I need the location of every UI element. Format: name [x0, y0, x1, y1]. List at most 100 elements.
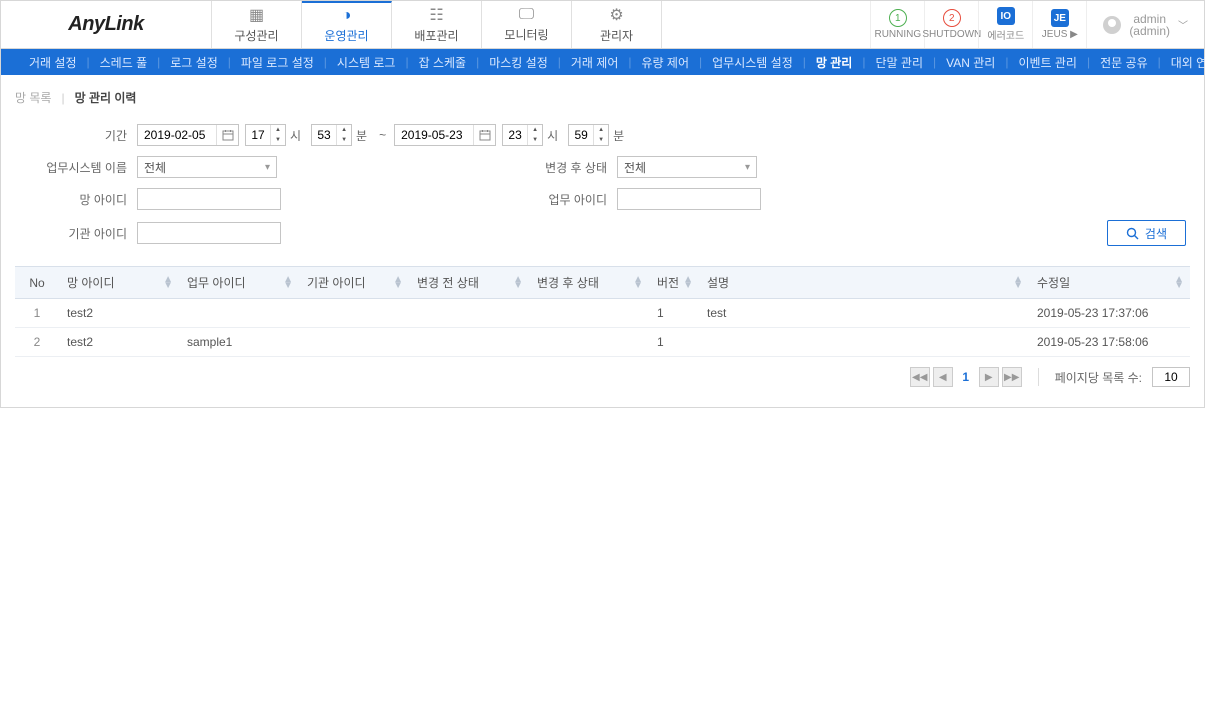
perpage-label: 페이지당 목록 수: [1055, 369, 1142, 386]
to-date[interactable] [394, 124, 496, 146]
breadcrumb-root[interactable]: 망 목록 [15, 89, 51, 106]
user-menu[interactable]: admin (admin) ﹀ [1086, 1, 1204, 48]
nav-item[interactable]: 스레드 풀 [90, 54, 158, 71]
tab-deploy[interactable]: ☷ 배포관리 [392, 1, 482, 48]
cell-ver: 1 [649, 299, 699, 328]
tab-label: 관리자 [600, 27, 633, 44]
orgid-input[interactable] [137, 222, 281, 244]
spin-up-button[interactable]: ▲ [337, 125, 351, 135]
pager-first-button[interactable]: ◀◀ [910, 367, 930, 387]
sort-icon[interactable]: ▲▼ [163, 277, 173, 289]
to-calendar-button[interactable] [473, 125, 495, 145]
status-label: JEUS ▶ [1042, 29, 1078, 40]
status-shutdown[interactable]: 2 SHUTDOWN [924, 1, 978, 48]
column-header[interactable]: 설명▲▼ [699, 267, 1029, 299]
nav-item[interactable]: 전문 공유 [1090, 54, 1158, 71]
spin-down-button[interactable]: ▼ [594, 135, 608, 145]
nav-item[interactable]: VAN 관리 [936, 54, 1005, 71]
results-table: No망 아이디▲▼업무 아이디▲▼기관 아이디▲▼변경 전 상태▲▼변경 후 상… [15, 266, 1190, 357]
from-min-spinner[interactable]: ▲▼ [311, 124, 352, 146]
sort-icon[interactable]: ▲▼ [1013, 277, 1023, 289]
sort-icon[interactable]: ▲▼ [633, 277, 643, 289]
column-header[interactable]: 변경 전 상태▲▼ [409, 267, 529, 299]
sort-icon[interactable]: ▲▼ [393, 277, 403, 289]
spin-down-button[interactable]: ▼ [528, 135, 542, 145]
nav-item[interactable]: 망 관리 [806, 54, 862, 71]
table-row[interactable]: 2test2sample112019-05-23 17:58:06 [15, 328, 1190, 357]
user-sub: (admin) [1129, 25, 1170, 37]
tab-admin[interactable]: ⚙ 관리자 [572, 1, 662, 48]
pager-sep [1038, 368, 1039, 386]
to-date-input[interactable] [395, 128, 473, 142]
column-header[interactable]: 기관 아이디 ▲▼ [299, 267, 409, 299]
sort-icon[interactable]: ▲▼ [683, 277, 693, 289]
to-hour-spinner[interactable]: ▲▼ [502, 124, 543, 146]
tab-config[interactable]: ▦ 구성관리 [212, 1, 302, 48]
nav-item[interactable]: 로그 설정 [160, 54, 228, 71]
spin-up-button[interactable]: ▲ [271, 125, 285, 135]
tab-label: 배포관리 [414, 27, 458, 44]
netid-input[interactable] [137, 188, 281, 210]
column-header[interactable]: 망 아이디 ▲▼ [59, 267, 179, 299]
from-date[interactable] [137, 124, 239, 146]
column-header-label: 망 아이디 [67, 276, 115, 290]
spin-up-button[interactable]: ▲ [528, 125, 542, 135]
pager-prev-button[interactable]: ◀ [933, 367, 953, 387]
spin-up-button[interactable]: ▲ [594, 125, 608, 135]
sort-icon[interactable]: ▲▼ [1174, 277, 1184, 289]
nav-item[interactable]: 이벤트 관리 [1008, 54, 1087, 71]
column-header[interactable]: 버전▲▼ [649, 267, 699, 299]
to-min-input[interactable] [569, 128, 593, 142]
column-header-label: No [29, 276, 44, 290]
status-jeus[interactable]: JE JEUS ▶ [1032, 1, 1086, 48]
from-min-input[interactable] [312, 128, 336, 142]
pager-current[interactable]: 1 [956, 367, 976, 387]
nav-item[interactable]: 파일 로그 설정 [231, 54, 324, 71]
from-date-input[interactable] [138, 128, 216, 142]
search-icon [1126, 227, 1139, 240]
to-hour-input[interactable] [503, 128, 527, 142]
column-header-label: 기관 아이디 [307, 276, 366, 290]
spin-down-button[interactable]: ▼ [271, 135, 285, 145]
nav-item[interactable]: 거래 설정 [19, 54, 87, 71]
tab-monitor[interactable]: 🖵 모니터링 [482, 1, 572, 48]
grid-icon: ▦ [249, 5, 264, 25]
nav-item[interactable]: 단말 관리 [865, 54, 933, 71]
bizid-input[interactable] [617, 188, 761, 210]
sub-nav: 거래 설정|스레드 풀|로그 설정|파일 로그 설정|시스템 로그|잡 스케줄|… [1, 49, 1204, 75]
sort-icon[interactable]: ▲▼ [283, 277, 293, 289]
cog-icon: ⚙ [609, 5, 623, 25]
nav-item[interactable]: 대외 연락처 [1161, 54, 1205, 71]
running-circle-icon: 1 [889, 9, 907, 27]
nav-item[interactable]: 마스킹 설정 [479, 54, 558, 71]
search-button[interactable]: 검색 [1107, 220, 1186, 246]
tab-operation[interactable]: ◑ 운영관리 [302, 1, 392, 48]
table-row[interactable]: 1test21test2019-05-23 17:37:06 [15, 299, 1190, 328]
from-calendar-button[interactable] [216, 125, 238, 145]
sort-icon[interactable]: ▲▼ [513, 277, 523, 289]
from-hour-spinner[interactable]: ▲▼ [245, 124, 286, 146]
nav-item[interactable]: 유량 제어 [632, 54, 700, 71]
cell-after [529, 299, 649, 328]
column-header[interactable]: 수정일▲▼ [1029, 267, 1190, 299]
cell-net: test2 [59, 328, 179, 357]
nav-item[interactable]: 거래 제어 [561, 54, 629, 71]
perpage-input[interactable] [1152, 367, 1190, 387]
bizsystem-combo[interactable]: 전체 ▾ [137, 156, 277, 178]
spin-down-button[interactable]: ▼ [337, 135, 351, 145]
from-hour-input[interactable] [246, 128, 270, 142]
afterstate-combo[interactable]: 전체 ▾ [617, 156, 757, 178]
nav-item[interactable]: 시스템 로그 [327, 54, 406, 71]
pager-last-button[interactable]: ▶▶ [1002, 367, 1022, 387]
column-header[interactable]: No [15, 267, 59, 299]
status-errorcode[interactable]: IO 에러코드 [978, 1, 1032, 48]
orgid-label: 기관 아이디 [19, 225, 137, 242]
main-tabs: ▦ 구성관리 ◑ 운영관리 ☷ 배포관리 🖵 모니터링 ⚙ 관리자 [211, 1, 662, 48]
pager-next-button[interactable]: ▶ [979, 367, 999, 387]
to-min-spinner[interactable]: ▲▼ [568, 124, 609, 146]
nav-item[interactable]: 잡 스케줄 [409, 54, 477, 71]
nav-item[interactable]: 업무시스템 설정 [702, 54, 803, 71]
status-running[interactable]: 1 RUNNING [870, 1, 924, 48]
column-header[interactable]: 업무 아이디▲▼ [179, 267, 299, 299]
column-header[interactable]: 변경 후 상태▲▼ [529, 267, 649, 299]
